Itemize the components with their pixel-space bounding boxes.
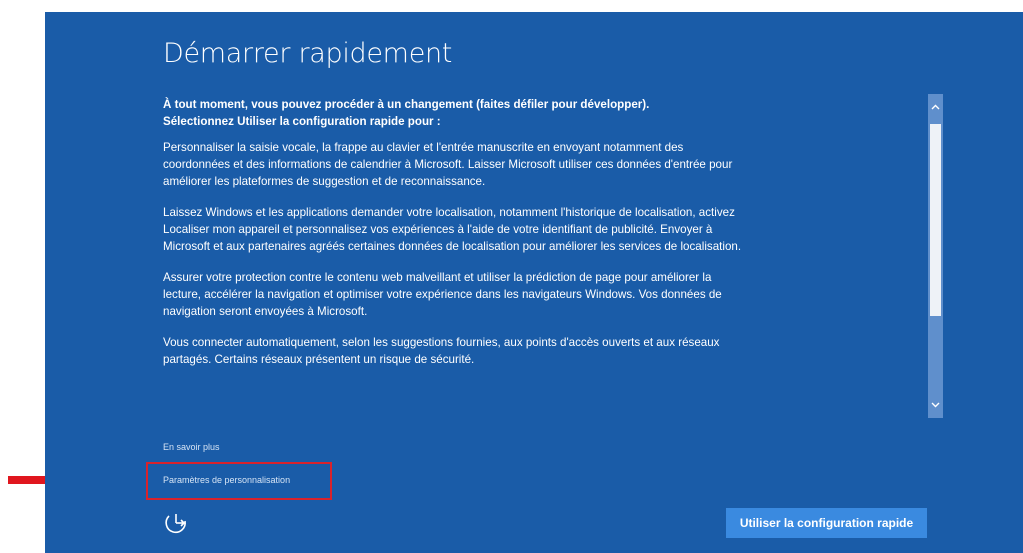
intro-line-2: Sélectionnez Utiliser la configuration r… bbox=[163, 115, 441, 128]
paragraph-location: Laissez Windows et les applications dema… bbox=[163, 206, 742, 253]
chevron-up-icon[interactable] bbox=[928, 98, 943, 116]
scrollbar-thumb[interactable] bbox=[930, 124, 941, 316]
settings-description: À tout moment, vous pouvez procéder à un… bbox=[163, 96, 743, 418]
ease-of-access-icon[interactable] bbox=[163, 510, 189, 536]
personalization-settings-link[interactable]: Paramètres de personnalisation bbox=[163, 475, 290, 485]
learn-more-link[interactable]: En savoir plus bbox=[163, 442, 220, 452]
paragraph-connectivity: Vous connecter automatiquement, selon le… bbox=[163, 336, 720, 366]
paragraph-input-personalization: Personnaliser la saisie vocale, la frapp… bbox=[163, 141, 733, 188]
setup-screen: Démarrer rapidement À tout moment, vous … bbox=[45, 12, 1023, 553]
express-settings-button[interactable]: Utiliser la configuration rapide bbox=[726, 508, 927, 538]
page-title: Démarrer rapidement bbox=[163, 38, 453, 69]
vertical-scrollbar[interactable] bbox=[928, 94, 943, 418]
intro-line-1: À tout moment, vous pouvez procéder à un… bbox=[163, 98, 650, 111]
intro-text: À tout moment, vous pouvez procéder à un… bbox=[163, 96, 743, 130]
paragraph-browser-protection: Assurer votre protection contre le conte… bbox=[163, 271, 722, 318]
chevron-down-icon[interactable] bbox=[928, 396, 943, 414]
